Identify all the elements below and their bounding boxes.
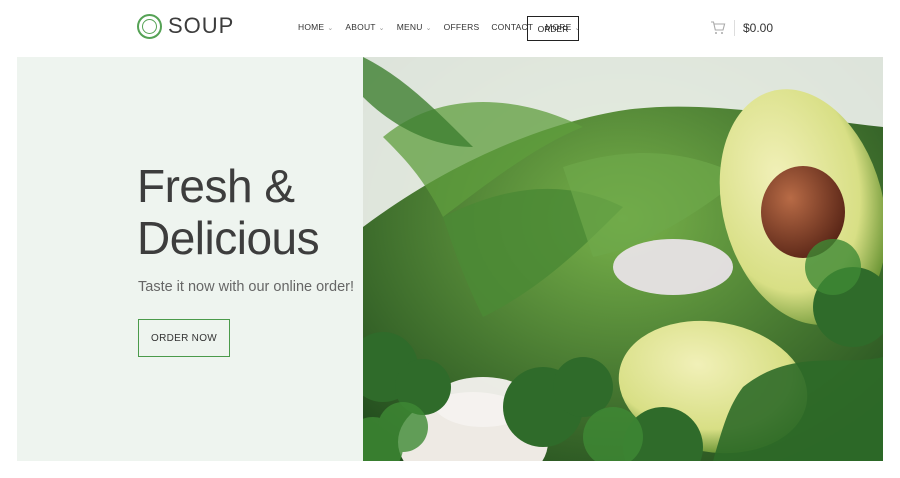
cart[interactable]: $0.00 <box>710 20 773 36</box>
order-button[interactable]: ORDER <box>527 16 579 41</box>
logo-ring-icon <box>137 13 162 39</box>
hero-subtitle: Taste it now with our online order! <box>138 279 354 295</box>
chevron-down-icon: ⌄ <box>425 24 432 32</box>
brand-logo[interactable]: SOUP <box>137 13 234 39</box>
hero-food-illustration <box>363 57 883 461</box>
nav-about[interactable]: ABOUT ⌄ <box>345 22 384 32</box>
brand-name: SOUP <box>168 13 235 38</box>
nav-home[interactable]: HOME ⌄ <box>298 22 333 32</box>
cart-icon[interactable] <box>710 21 726 35</box>
nav-about-label: ABOUT <box>345 22 376 32</box>
hero-food-image <box>363 57 883 461</box>
chevron-down-icon: ⌄ <box>327 24 334 32</box>
chevron-down-icon: ⌄ <box>378 24 385 32</box>
nav-offers-label: OFFERS <box>443 22 480 32</box>
hero-headline: Fresh & Delicious <box>137 160 320 264</box>
site-header: SOUP HOME ⌄ ABOUT ⌄ MENU ⌄ OFFERS CONTAC… <box>0 0 900 57</box>
cart-divider <box>734 20 735 36</box>
nav-offers[interactable]: OFFERS <box>444 22 480 32</box>
hero-headline-line1: Fresh & <box>137 160 295 212</box>
nav-menu-label: MENU <box>396 22 423 32</box>
nav-menu[interactable]: MENU ⌄ <box>397 22 432 32</box>
nav-home-label: HOME <box>298 22 325 32</box>
hero-headline-line2: Delicious <box>137 212 320 264</box>
order-now-button[interactable]: ORDER NOW <box>138 319 230 357</box>
cart-total: $0.00 <box>743 21 774 35</box>
